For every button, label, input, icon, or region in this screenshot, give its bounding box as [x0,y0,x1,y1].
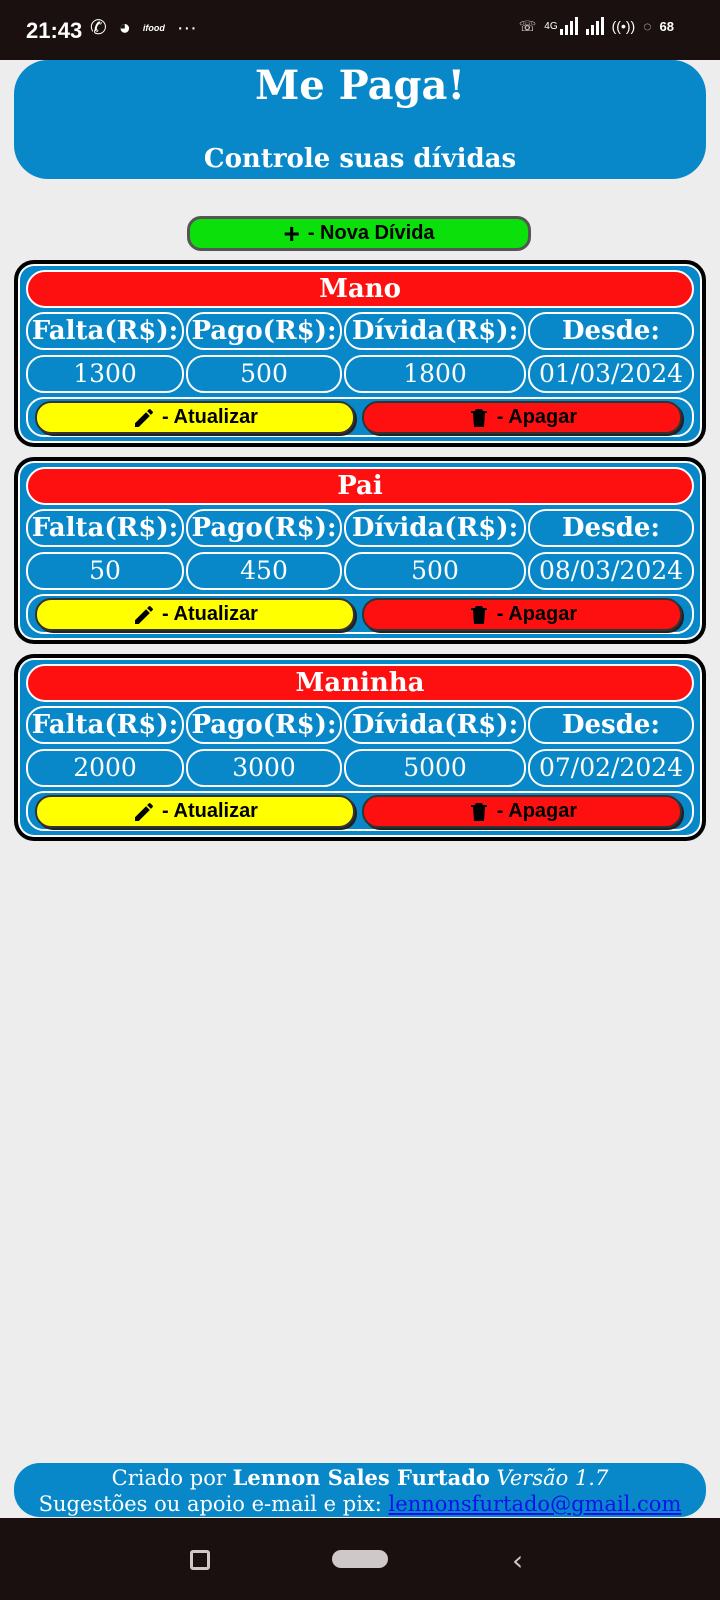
delete-button[interactable]: - Apagar [362,795,682,828]
desde-value: 08/03/2024 [528,552,694,590]
signal-icon [559,17,578,35]
divida-value: 500 [344,552,526,590]
pencil-icon [135,605,154,624]
support-text: Sugestões ou apoio e-mail e pix: [38,1492,382,1516]
status-time: 21:43 [26,18,83,43]
debtor-name: Maninha [26,664,694,702]
pago-header: Pago(R$): [186,706,342,744]
divida-value: 5000 [344,749,526,787]
divida-value: 1800 [344,355,526,393]
debt-card: Maninha Falta(R$): Pago(R$): Dívida(R$):… [14,654,706,841]
debtor-name: Pai [26,467,694,505]
falta-header: Falta(R$): [26,312,184,350]
falta-header: Falta(R$): [26,509,184,547]
app-notification-icon: ◕ [118,17,131,39]
back-icon[interactable]: ‹ [512,1544,523,1577]
recent-apps-icon[interactable] [190,1550,210,1570]
battery-level: 68 [659,18,674,34]
home-icon[interactable] [332,1550,388,1568]
delete-label: - Apagar [496,800,578,822]
call-icon: ☏ [518,17,537,34]
update-label: - Atualizar [162,800,258,822]
delete-label: - Apagar [496,603,578,625]
pago-value: 3000 [186,749,342,787]
update-button[interactable]: - Atualizar [35,795,355,828]
delete-button[interactable]: - Apagar [362,598,682,631]
falta-header: Falta(R$): [26,706,184,744]
app-header: Me Paga! Controle suas dívidas [14,60,706,179]
debt-card: Pai Falta(R$): Pago(R$): Dívida(R$): Des… [14,457,706,644]
more-notifications-icon: ··· [176,17,197,39]
created-by-text: Criado por [111,1466,226,1490]
pago-header: Pago(R$): [186,312,342,350]
pago-header: Pago(R$): [186,509,342,547]
credits-line: Criado por Lennon Sales Furtado Versão 1… [14,1465,706,1491]
falta-value: 1300 [26,355,184,393]
page-title: Me Paga! [254,62,466,109]
delete-button[interactable]: - Apagar [362,401,682,434]
action-row: - Atualizar - Apagar [26,594,694,634]
desde-header: Desde: [528,706,694,744]
divida-header: Dívida(R$): [344,509,526,547]
trash-icon [470,408,487,427]
notification-icons: ✆ ◕ ifood ··· [90,16,197,40]
update-label: - Atualizar [162,406,258,428]
pencil-icon [135,802,154,821]
desde-value: 07/02/2024 [528,749,694,787]
debt-card: Mano Falta(R$): Pago(R$): Dívida(R$): De… [14,260,706,447]
hotspot-icon: ((•)) [611,18,636,34]
pago-value: 500 [186,355,342,393]
version-text: Versão 1.7 [496,1466,609,1490]
app-footer: Criado por Lennon Sales Furtado Versão 1… [14,1463,706,1517]
trash-icon [470,802,487,821]
desde-header: Desde: [528,509,694,547]
battery-icon: ◌ [643,18,652,34]
trash-icon [470,605,487,624]
falta-value: 2000 [26,749,184,787]
navigation-bar: ‹ [0,1518,720,1600]
delete-label: - Apagar [496,406,578,428]
status-bar: 21:43 ✆ ◕ ifood ··· ☏ 4G ((•)) ◌ 68 [0,0,720,60]
network-type: 4G [544,20,558,32]
pago-value: 450 [186,552,342,590]
desde-value: 01/03/2024 [528,355,694,393]
whatsapp-icon: ✆ [90,17,107,39]
email-link[interactable]: lennonsfurtado@gmail.com [389,1492,682,1516]
ifood-icon: ifood [142,23,165,33]
falta-value: 50 [26,552,184,590]
system-icons: ☏ 4G ((•)) ◌ 68 [519,17,674,35]
plus-icon: + [283,217,300,249]
author-name: Lennon Sales Furtado [232,1465,490,1490]
update-label: - Atualizar [162,603,258,625]
divida-header: Dívida(R$): [344,312,526,350]
divida-header: Dívida(R$): [344,706,526,744]
page-subtitle: Controle suas dívidas [203,144,517,174]
update-button[interactable]: - Atualizar [35,401,355,434]
pencil-icon [135,408,154,427]
new-debt-label: - Nova Dívida [307,222,435,244]
action-row: - Atualizar - Apagar [26,397,694,437]
debtor-name: Mano [26,270,694,308]
signal-icon [585,17,604,35]
desde-header: Desde: [528,312,694,350]
update-button[interactable]: - Atualizar [35,598,355,631]
support-line: Sugestões ou apoio e-mail e pix: lennons… [14,1491,706,1517]
new-debt-button[interactable]: + - Nova Dívida [187,216,531,251]
action-row: - Atualizar - Apagar [26,791,694,831]
